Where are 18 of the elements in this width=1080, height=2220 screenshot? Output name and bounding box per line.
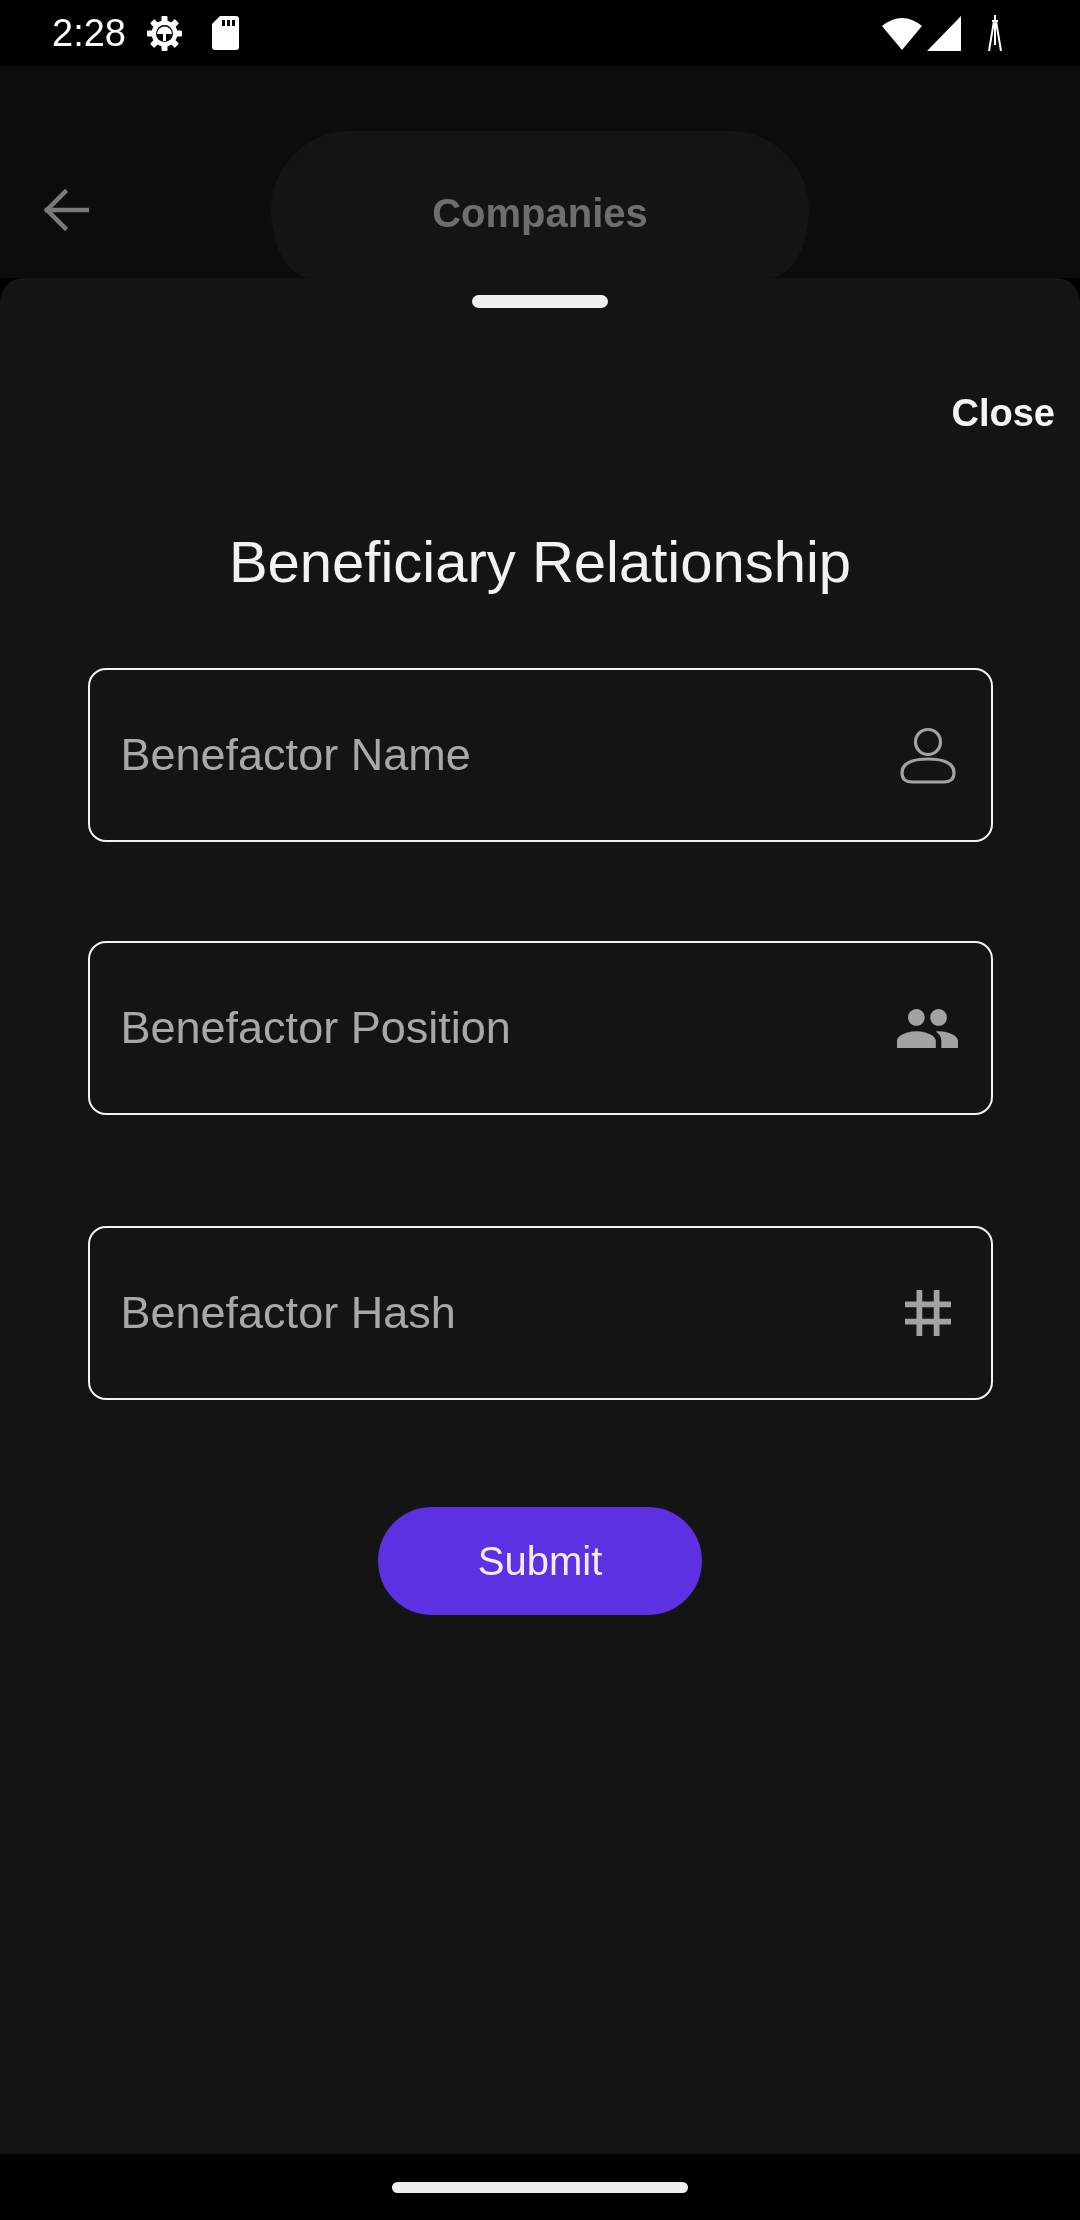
gear-icon: [145, 14, 183, 52]
home-indicator[interactable]: [392, 2181, 688, 2193]
signal-icon: [927, 15, 961, 51]
app-title: Companies: [432, 190, 648, 237]
close-button[interactable]: Close: [951, 389, 1055, 437]
text-field[interactable]: Benefactor Name: [87, 668, 993, 842]
wifi-icon: [882, 16, 922, 50]
submit-button[interactable]: Submit: [378, 1507, 702, 1615]
people-icon: [897, 1008, 958, 1048]
text-field[interactable]: Benefactor Position: [87, 941, 993, 1115]
sheet-title: Beneficiary Relationship: [228, 532, 852, 592]
status-time: 2:28: [52, 11, 126, 55]
antenna-icon: [987, 15, 1003, 51]
text-field[interactable]: Benefactor Hash: [87, 1226, 993, 1400]
sd-card-icon: [211, 16, 239, 50]
hash-icon: [904, 1290, 951, 1336]
drag-handle[interactable]: [472, 295, 608, 308]
person-icon: [898, 726, 957, 784]
